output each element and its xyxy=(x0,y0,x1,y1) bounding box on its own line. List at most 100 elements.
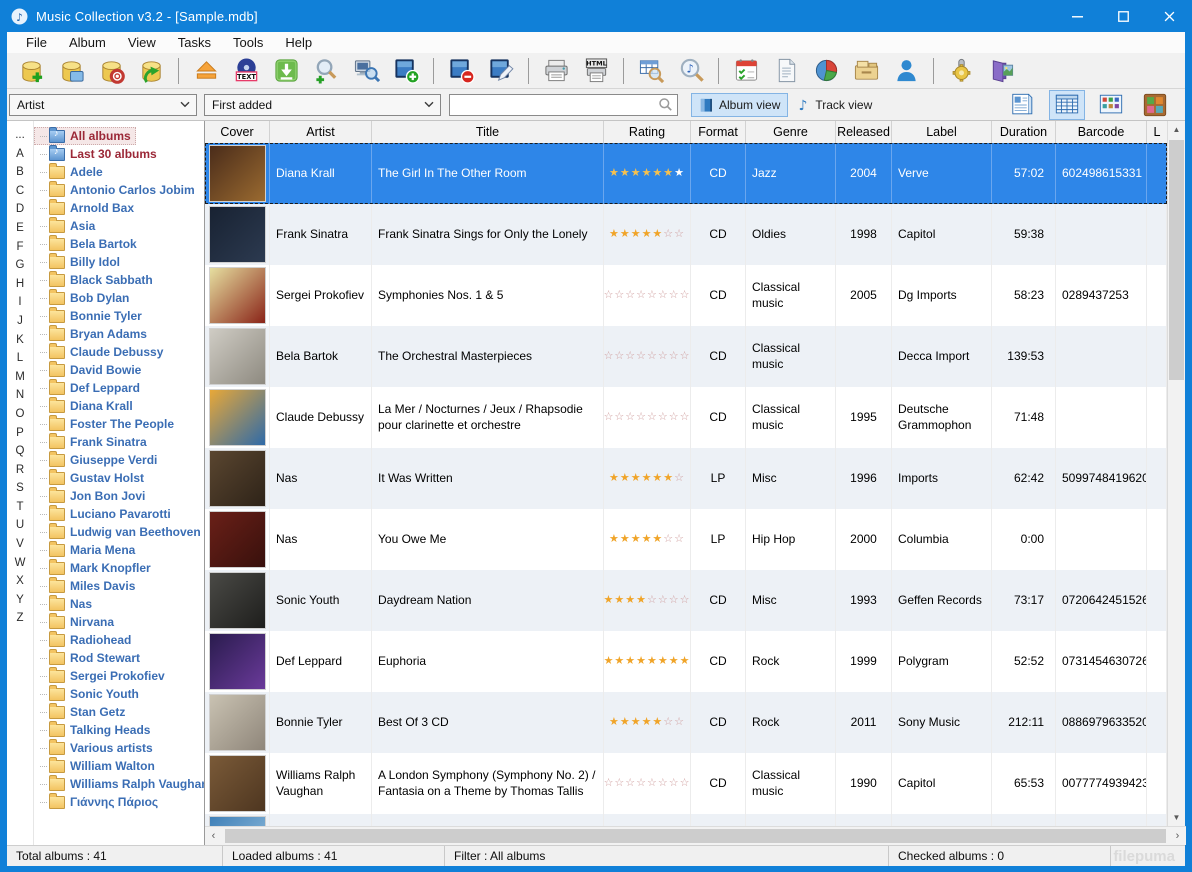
scroll-right-arrow[interactable]: › xyxy=(1169,830,1186,842)
group-by-dropdown[interactable]: Artist xyxy=(9,94,197,116)
tree-item[interactable]: Sergei Prokofiev xyxy=(34,667,170,685)
column-header-rating[interactable]: Rating xyxy=(604,121,691,143)
add-album-icon[interactable] xyxy=(392,57,420,85)
tree-item[interactable]: William Walton xyxy=(34,757,160,775)
album-shelf-view-icon[interactable] xyxy=(1137,90,1173,120)
alphabet-letter[interactable]: N xyxy=(16,386,24,405)
alphabet-letter[interactable]: H xyxy=(16,275,24,294)
alphabet-letter[interactable]: R xyxy=(16,461,24,480)
search-add-icon[interactable] xyxy=(312,57,340,85)
tree-item[interactable]: Arnold Bax xyxy=(34,199,139,217)
tree-item[interactable]: Claude Debussy xyxy=(34,343,168,361)
download-album-info-icon[interactable] xyxy=(272,57,300,85)
album-row[interactable]: Nas It Was Written ★★★★★★☆ LP Misc 1996 … xyxy=(205,448,1167,509)
print-html-icon[interactable]: HTML xyxy=(582,57,610,85)
alphabet-letter[interactable]: G xyxy=(16,256,25,275)
alphabet-letter[interactable]: K xyxy=(16,331,24,350)
tree-item[interactable]: Mark Knopfler xyxy=(34,559,156,577)
column-header-artist[interactable]: Artist xyxy=(270,121,372,143)
alphabet-letter[interactable]: L xyxy=(17,349,23,368)
tree-item[interactable]: Giuseppe Verdi xyxy=(34,451,162,469)
album-thumbnails-view-icon[interactable] xyxy=(1093,90,1129,120)
tree-item[interactable]: Sonic Youth xyxy=(34,685,144,703)
vertical-scroll-thumb[interactable] xyxy=(1169,140,1184,380)
menu-item[interactable]: Help xyxy=(274,33,323,52)
tree-item[interactable]: Rod Stewart xyxy=(34,649,145,667)
tree-item[interactable]: Frank Sinatra xyxy=(34,433,152,451)
search-albums-icon[interactable] xyxy=(637,57,665,85)
album-row[interactable]: Def Leppard Euphoria ★★★★★★★★ CD Rock 19… xyxy=(205,631,1167,692)
album-row[interactable]: Diana Krall The Girl In The Other Room ★… xyxy=(205,143,1167,204)
alphabet-letter[interactable]: J xyxy=(17,312,23,331)
restore-database-icon[interactable] xyxy=(137,57,165,85)
statistics-icon[interactable] xyxy=(812,57,840,85)
tree-item[interactable]: Maria Mena xyxy=(34,541,140,559)
alphabet-letter[interactable]: D xyxy=(16,200,24,219)
alphabet-letter[interactable]: F xyxy=(16,238,23,257)
tree-item[interactable]: Bryan Adams xyxy=(34,325,152,343)
column-header-genre[interactable]: Genre xyxy=(746,121,836,143)
scroll-up-arrow[interactable]: ▲ xyxy=(1168,121,1185,138)
alphabet-letter[interactable]: V xyxy=(16,535,24,554)
column-header-duration[interactable]: Duration xyxy=(992,121,1056,143)
exit-icon[interactable] xyxy=(987,57,1015,85)
tree-item[interactable]: Stan Getz xyxy=(34,703,130,721)
alphabet-letter[interactable]: B xyxy=(16,163,24,182)
column-header-released[interactable]: Released xyxy=(836,121,892,143)
alphabet-letter[interactable]: X xyxy=(16,572,24,591)
tree-item[interactable]: Billy Idol xyxy=(34,253,125,271)
menu-item[interactable]: File xyxy=(15,33,58,52)
cd-text-icon[interactable]: TEXT xyxy=(232,57,260,85)
tree-item[interactable]: Luciano Pavarotti xyxy=(34,505,176,523)
scroll-down-arrow[interactable]: ▼ xyxy=(1168,809,1185,826)
new-database-icon[interactable] xyxy=(17,57,45,85)
column-header-cover[interactable]: Cover xyxy=(205,121,270,143)
album-details-view-icon[interactable] xyxy=(1049,90,1085,120)
column-header-barcode[interactable]: Barcode xyxy=(1056,121,1147,143)
tree-item[interactable]: Foster The People xyxy=(34,415,179,433)
tree-item[interactable]: Antonio Carlos Jobim xyxy=(34,181,200,199)
alphabet-letter[interactable]: ... xyxy=(15,126,25,145)
tree-item[interactable]: Black Sabbath xyxy=(34,271,158,289)
alphabet-letter[interactable]: S xyxy=(16,479,24,498)
alphabet-letter[interactable]: T xyxy=(16,498,23,517)
tree-item[interactable]: All albums xyxy=(34,127,136,145)
eject-disc-icon[interactable] xyxy=(192,57,220,85)
tree-item[interactable]: Asia xyxy=(34,217,100,235)
tree-item[interactable]: Nirvana xyxy=(34,613,119,631)
menu-item[interactable]: Tasks xyxy=(167,33,222,52)
tree-item[interactable]: Adele xyxy=(34,163,108,181)
track-view-toggle[interactable]: ♪ Track view xyxy=(788,93,880,117)
tree-item[interactable]: Various artists xyxy=(34,739,158,757)
alphabet-letter[interactable]: W xyxy=(15,554,26,573)
search-tracks-icon[interactable]: ♪ xyxy=(677,57,705,85)
tree-item[interactable]: Talking Heads xyxy=(34,721,155,739)
tree-item[interactable]: Last 30 albums xyxy=(34,145,162,163)
alphabet-letter[interactable]: A xyxy=(16,145,24,164)
column-header-format[interactable]: Format xyxy=(691,121,746,143)
users-icon[interactable] xyxy=(892,57,920,85)
settings-icon[interactable] xyxy=(947,57,975,85)
alphabet-letter[interactable]: E xyxy=(16,219,24,238)
album-list-view-icon[interactable] xyxy=(1005,90,1041,120)
album-row[interactable]: Frank Sinatra Frank Sinatra Sings for On… xyxy=(205,204,1167,265)
album-row[interactable]: Sonic Youth Daydream Nation ★★★★☆☆☆☆ CD … xyxy=(205,570,1167,631)
tree-item[interactable]: Jon Bon Jovi xyxy=(34,487,150,505)
column-header-label[interactable]: Label xyxy=(892,121,992,143)
tree-item[interactable]: Miles Davis xyxy=(34,577,140,595)
search-computer-icon[interactable] xyxy=(352,57,380,85)
tree-item[interactable]: Bela Bartok xyxy=(34,235,142,253)
open-database-icon[interactable] xyxy=(57,57,85,85)
alphabet-letter[interactable]: P xyxy=(16,424,24,443)
tree-item[interactable]: Radiohead xyxy=(34,631,136,649)
remove-album-icon[interactable] xyxy=(447,57,475,85)
tree-item[interactable]: Γιάννης Πάριος xyxy=(34,793,163,811)
tree-item[interactable]: Diana Krall xyxy=(34,397,138,415)
task-manager-icon[interactable] xyxy=(732,57,760,85)
menu-item[interactable]: Tools xyxy=(222,33,274,52)
horizontal-scroll-thumb[interactable] xyxy=(225,829,1166,843)
alphabet-letter[interactable]: Q xyxy=(16,442,25,461)
album-row[interactable]: Bela Bartok The Orchestral Masterpieces … xyxy=(205,326,1167,387)
tree-item[interactable]: Nas xyxy=(34,595,97,613)
print-icon[interactable] xyxy=(542,57,570,85)
